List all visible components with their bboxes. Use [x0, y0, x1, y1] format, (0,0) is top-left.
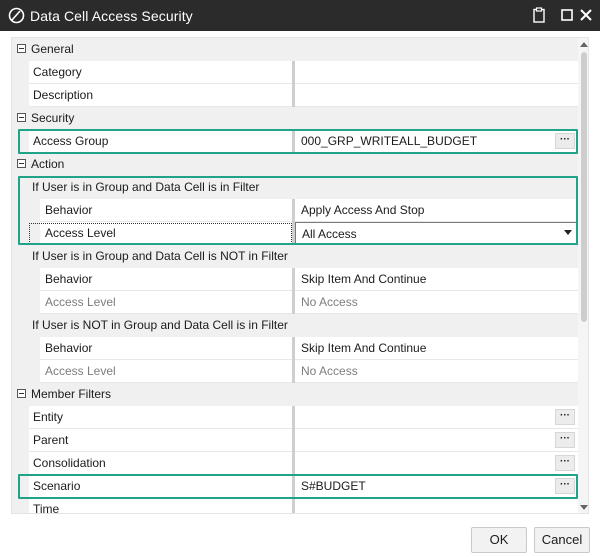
- access-group-value[interactable]: 000_GRP_WRITEALL_BUDGET ···: [295, 130, 578, 153]
- row-behavior-2[interactable]: Behavior Skip Item And Continue: [12, 268, 578, 291]
- row-access-level-3[interactable]: Access Level No Access: [12, 360, 578, 383]
- row-parent[interactable]: Parent ···: [12, 429, 578, 452]
- behavior-2-value[interactable]: Skip Item And Continue: [295, 268, 578, 291]
- section-action[interactable]: Action: [12, 153, 578, 176]
- scroll-thumb[interactable]: [581, 52, 587, 322]
- vertical-scrollbar[interactable]: [578, 38, 588, 513]
- maximize-icon[interactable]: [560, 8, 574, 22]
- browse-button[interactable]: ···: [555, 409, 575, 425]
- behavior-3-value[interactable]: Skip Item And Continue: [295, 337, 578, 360]
- subheader-group-in-filter[interactable]: If User is in Group and Data Cell is in …: [12, 176, 578, 199]
- access-level-2-value: No Access: [295, 291, 578, 314]
- section-member-filters[interactable]: Member Filters: [12, 383, 578, 406]
- access-level-3-value: No Access: [295, 360, 578, 383]
- row-consolidation[interactable]: Consolidation ···: [12, 452, 578, 475]
- browse-button[interactable]: ···: [555, 133, 575, 149]
- subheader-not-group-filter[interactable]: If User is NOT in Group and Data Cell is…: [12, 314, 578, 337]
- row-access-level-2[interactable]: Access Level No Access: [12, 291, 578, 314]
- category-value[interactable]: [295, 61, 578, 84]
- section-security[interactable]: Security: [12, 107, 578, 130]
- scroll-down-icon[interactable]: [580, 505, 588, 510]
- consolidation-value[interactable]: ···: [295, 452, 578, 475]
- focus-indicator: [29, 223, 292, 244]
- entity-value[interactable]: ···: [295, 406, 578, 429]
- collapse-icon[interactable]: [17, 159, 26, 168]
- browse-button[interactable]: ···: [555, 478, 575, 494]
- browse-button[interactable]: ···: [555, 432, 575, 448]
- row-behavior-1[interactable]: Behavior Apply Access And Stop: [12, 199, 578, 222]
- behavior-1-value[interactable]: Apply Access And Stop: [295, 199, 578, 222]
- scenario-value[interactable]: S#BUDGET ···: [295, 475, 578, 498]
- title-bar: Data Cell Access Security: [0, 0, 600, 31]
- clipboard-icon[interactable]: [530, 6, 548, 24]
- collapse-icon[interactable]: [17, 389, 26, 398]
- close-icon[interactable]: [578, 7, 594, 23]
- row-access-group[interactable]: Access Group 000_GRP_WRITEALL_BUDGET ···: [12, 130, 578, 153]
- subheader-group-not-filter[interactable]: If User is in Group and Data Cell is NOT…: [12, 245, 578, 268]
- app-logo-icon: [8, 7, 25, 24]
- section-general[interactable]: General: [12, 38, 578, 61]
- scroll-up-icon[interactable]: [580, 42, 588, 47]
- row-scenario[interactable]: Scenario S#BUDGET ···: [12, 475, 578, 498]
- row-entity[interactable]: Entity ···: [12, 406, 578, 429]
- row-behavior-3[interactable]: Behavior Skip Item And Continue: [12, 337, 578, 360]
- ok-button[interactable]: OK: [471, 527, 527, 553]
- chevron-down-icon[interactable]: [564, 230, 572, 235]
- cancel-button[interactable]: Cancel: [534, 527, 590, 553]
- browse-button[interactable]: ···: [555, 455, 575, 471]
- row-access-level-1[interactable]: Access Level All Access: [12, 222, 578, 245]
- window-title: Data Cell Access Security: [30, 8, 193, 24]
- time-value[interactable]: [295, 498, 578, 513]
- parent-value[interactable]: ···: [295, 429, 578, 452]
- row-description[interactable]: Description: [12, 84, 578, 107]
- section-label: General: [31, 42, 74, 56]
- description-value[interactable]: [295, 84, 578, 107]
- collapse-icon[interactable]: [17, 44, 26, 53]
- row-category[interactable]: Category: [12, 61, 578, 84]
- property-grid: General Category Description Security Ac…: [11, 37, 589, 514]
- access-level-1-dropdown[interactable]: All Access: [295, 222, 578, 245]
- collapse-icon[interactable]: [17, 113, 26, 122]
- row-time[interactable]: Time: [12, 498, 578, 513]
